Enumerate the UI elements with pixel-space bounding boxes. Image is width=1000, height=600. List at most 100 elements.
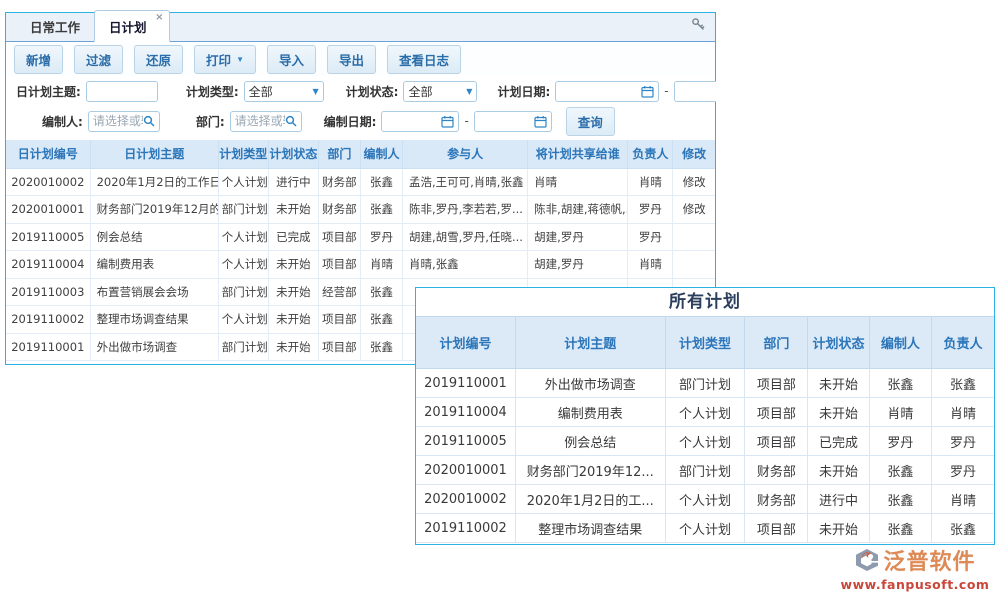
col-type[interactable]: 计划类型	[665, 317, 745, 369]
plan-date-from-input[interactable]	[560, 84, 641, 98]
table-row[interactable]: 20200100022020年1月2日的工...个人计划财务部进行中张鑫肖晴	[416, 485, 994, 514]
col-subject[interactable]: 计划主题	[515, 317, 665, 369]
cell-responsible: 肖晴	[932, 485, 994, 514]
col-share-with[interactable]: 将计划共享给谁	[528, 140, 628, 168]
calendar-icon[interactable]	[534, 115, 547, 128]
restore-button[interactable]: 还原	[134, 45, 183, 74]
cell-id[interactable]: 2019110001	[6, 333, 90, 361]
created-date-to[interactable]	[474, 111, 552, 132]
cell-creator: 张鑫	[869, 369, 931, 398]
created-date-from-input[interactable]	[386, 114, 441, 128]
cell-responsible[interactable]: 肖晴	[628, 168, 673, 196]
calendar-icon[interactable]	[441, 115, 454, 128]
search-icon[interactable]	[285, 115, 297, 127]
table-row[interactable]: 2019110001外出做市场调查部门计划项目部未开始张鑫张鑫	[416, 369, 994, 398]
creator-label: 编制人:	[42, 113, 83, 130]
table-row[interactable]: 2019110004编制费用表个人计划项目部未开始肖晴肖晴	[416, 398, 994, 427]
plan-date-to[interactable]	[674, 81, 716, 102]
col-subject[interactable]: 日计划主题	[90, 140, 218, 168]
add-button[interactable]: 新增	[14, 45, 63, 74]
cell-id[interactable]: 2019110002	[6, 306, 90, 334]
cell-id[interactable]: 2019110004	[6, 251, 90, 279]
cell-id[interactable]: 2019110005	[6, 223, 90, 251]
col-status[interactable]: 计划状态	[268, 140, 318, 168]
table-row[interactable]: 2020010001财务部门2019年12...部门计划财务部未开始张鑫罗丹	[416, 456, 994, 485]
export-button[interactable]: 导出	[327, 45, 376, 74]
cell-subject: 编制费用表	[515, 398, 665, 427]
cell-id[interactable]: 2020010001	[6, 196, 90, 224]
plan-date-to-input[interactable]	[679, 84, 712, 98]
cell-responsible: 张鑫	[932, 514, 994, 543]
col-dept[interactable]: 部门	[318, 140, 360, 168]
table-row[interactable]: 2019110004编制费用表个人计划未开始项目部肖晴肖晴,张鑫胡建,罗丹肖晴	[6, 251, 715, 279]
calendar-icon[interactable]	[641, 85, 654, 98]
type-select[interactable]: 全部 ▼	[244, 81, 324, 102]
cell-type: 个人计划	[218, 223, 268, 251]
table-row[interactable]: 2019110005例会总结个人计划项目部已完成罗丹罗丹	[416, 427, 994, 456]
dept-label: 部门:	[196, 113, 225, 130]
creator-picker[interactable]	[88, 111, 160, 132]
view-log-button[interactable]: 查看日志	[387, 45, 461, 74]
close-icon[interactable]: ×	[155, 12, 163, 23]
import-button[interactable]: 导入	[267, 45, 316, 74]
col-type[interactable]: 计划类型	[218, 140, 268, 168]
cell-status: 未开始	[808, 398, 869, 427]
cell-dept: 财务部	[745, 485, 808, 514]
tab-daily-plan[interactable]: 日计划 ×	[94, 10, 170, 42]
table-row[interactable]: 2019110005例会总结个人计划已完成项目部罗丹胡建,胡雪,罗丹,任晓...…	[6, 223, 715, 251]
vendor-name: 泛普软件	[883, 544, 975, 576]
table-row[interactable]: 20200100022020年1月2日的工作日...个人计划进行中财务部张鑫孟浩…	[6, 168, 715, 196]
subject-input[interactable]	[91, 84, 153, 98]
created-date-to-input[interactable]	[479, 114, 534, 128]
vendor-url[interactable]: www.fanpusoft.com	[840, 577, 990, 592]
cell-id: 2019110001	[416, 369, 515, 398]
search-icon[interactable]	[143, 115, 155, 127]
dept-input[interactable]	[235, 114, 285, 128]
col-dept[interactable]: 部门	[745, 317, 808, 369]
col-plan-id[interactable]: 计划编号	[416, 317, 515, 369]
chevron-down-icon: ▼	[312, 87, 318, 96]
filter-button[interactable]: 过滤	[74, 45, 123, 74]
created-date-from[interactable]	[381, 111, 459, 132]
status-select[interactable]: 全部 ▼	[403, 81, 477, 102]
col-status[interactable]: 计划状态	[808, 317, 869, 369]
print-button[interactable]: 打印 ▼	[194, 45, 256, 74]
cell-subject[interactable]: 编制费用表	[90, 251, 218, 279]
search-button[interactable]: 查询	[566, 107, 615, 136]
cell-responsible[interactable]: 罗丹	[628, 223, 673, 251]
creator-input[interactable]	[93, 114, 143, 128]
cell-subject[interactable]: 2020年1月2日的工作日...	[90, 168, 218, 196]
table-row[interactable]: 2020010001财务部门2019年12月的...部门计划未开始财务部张鑫陈非…	[6, 196, 715, 224]
col-plan-id[interactable]: 日计划编号	[6, 140, 90, 168]
key-icon[interactable]	[691, 16, 705, 35]
cell-modify[interactable]: 修改	[673, 196, 715, 224]
plan-date-from[interactable]	[555, 81, 659, 102]
table-row[interactable]: 2019110002整理市场调查结果个人计划项目部未开始张鑫张鑫	[416, 514, 994, 543]
cell-modify[interactable]	[673, 251, 715, 279]
cell-creator: 张鑫	[360, 333, 402, 361]
col-creator[interactable]: 编制人	[360, 140, 402, 168]
cell-creator: 肖晴	[360, 251, 402, 279]
cell-responsible[interactable]: 罗丹	[628, 196, 673, 224]
col-responsible[interactable]: 负责人	[628, 140, 673, 168]
cell-subject[interactable]: 例会总结	[90, 223, 218, 251]
table-header: 计划编号 计划主题 计划类型 部门 计划状态 编制人 负责人	[416, 317, 994, 369]
col-modify[interactable]: 修改	[673, 140, 715, 168]
col-participants[interactable]: 参与人	[403, 140, 528, 168]
col-creator[interactable]: 编制人	[869, 317, 931, 369]
cell-modify[interactable]: 修改	[673, 168, 715, 196]
dept-picker[interactable]	[230, 111, 302, 132]
cell-type: 部门计划	[218, 196, 268, 224]
cell-subject[interactable]: 财务部门2019年12月的...	[90, 196, 218, 224]
cell-responsible[interactable]: 肖晴	[628, 251, 673, 279]
cell-id[interactable]: 2019110003	[6, 278, 90, 306]
tab-daily-work[interactable]: 日常工作	[16, 11, 94, 41]
cell-subject: 整理市场调查结果	[515, 514, 665, 543]
range-separator: -	[464, 114, 468, 128]
cell-modify[interactable]	[673, 223, 715, 251]
cell-subject[interactable]: 整理市场调查结果	[90, 306, 218, 334]
cell-subject[interactable]: 布置营销展会会场	[90, 278, 218, 306]
cell-id[interactable]: 2020010002	[6, 168, 90, 196]
col-responsible[interactable]: 负责人	[932, 317, 994, 369]
cell-subject[interactable]: 外出做市场调查	[90, 333, 218, 361]
